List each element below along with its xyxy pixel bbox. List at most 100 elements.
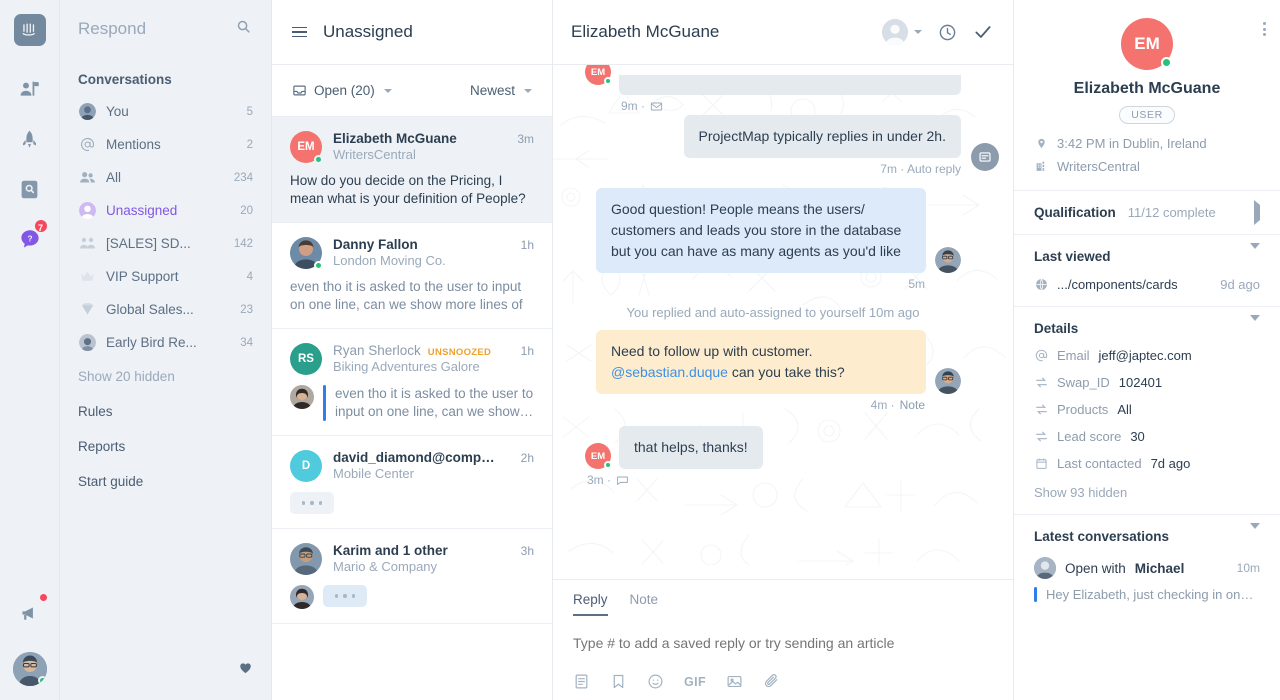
show-hidden-inboxes[interactable]: Show 20 hidden <box>60 359 271 394</box>
rocket-icon[interactable] <box>13 122 47 156</box>
sidebar-item-sales-sd[interactable]: [SALES] SD... 142 <box>60 227 271 260</box>
online-status-dot <box>1161 57 1172 68</box>
message-timestamp: 4m · Note <box>870 398 925 412</box>
message-incoming-truncated: EM 9m · <box>585 65 961 113</box>
qualification-label: Qualification <box>1034 205 1116 220</box>
assignee-selector[interactable] <box>882 19 922 45</box>
agent-avatar <box>290 585 314 609</box>
conversation-list-item-karim[interactable]: Karim and 1 other 3h Mario & Company <box>272 529 552 624</box>
conversation-list-item-elizabeth[interactable]: EM Elizabeth McGuane 3m WritersCentral H… <box>272 117 552 223</box>
sidebar-item-global-sales[interactable]: Global Sales... 23 <box>60 293 271 326</box>
sidebar-item-early-bird[interactable]: Early Bird Re... 34 <box>60 326 271 359</box>
avatar <box>290 237 323 270</box>
sidebar-item-label: All <box>106 170 122 185</box>
avatar-initials: EM <box>590 66 606 78</box>
platform-people-icon[interactable] <box>13 72 47 106</box>
knowledge-base-icon[interactable] <box>13 172 47 206</box>
saved-reply-icon[interactable] <box>573 673 590 690</box>
chevron-down-icon[interactable] <box>1250 523 1260 544</box>
detail-row-email[interactable]: Email jeff@japtec.com <box>1034 348 1260 363</box>
conversation-name: Danny Fallon <box>333 237 418 252</box>
page-title: Elizabeth McGuane <box>571 22 720 41</box>
typing-indicator <box>323 585 367 607</box>
conversation-details-icon[interactable] <box>971 143 999 171</box>
latest-conversation-person: Michael <box>1134 560 1185 576</box>
attachment-paperclip-icon[interactable] <box>763 673 780 690</box>
user-company: WritersCentral <box>1034 159 1260 174</box>
sidebar-link-rules[interactable]: Rules <box>60 394 271 429</box>
detail-key: Products <box>1057 402 1109 417</box>
user-profile-summary: EM Elizabeth McGuane USER 3:42 PM in Dub… <box>1014 0 1280 191</box>
team-icon <box>78 235 96 253</box>
svg-text:?: ? <box>27 234 32 243</box>
bird-icon <box>78 334 96 352</box>
sort-filter-label: Newest <box>469 83 515 98</box>
qualification-section[interactable]: Qualification 11/12 complete <box>1014 191 1280 235</box>
sidebar-item-count: 5 <box>246 105 253 118</box>
mention-link[interactable]: @sebastian.duque <box>611 364 728 380</box>
tab-reply[interactable]: Reply <box>573 592 608 616</box>
latest-conversation-item[interactable]: Open with Michael 10m Hey Elizabeth, jus… <box>1034 557 1260 602</box>
detail-row-products[interactable]: Products All <box>1034 402 1260 417</box>
conversation-list-item-david[interactable]: D david_diamond@comp… 2h Mobile Center <box>272 436 552 529</box>
calendar-icon <box>1034 457 1048 470</box>
details-section: Details Email jeff@japtec.com Swap_ID 10… <box>1014 307 1280 515</box>
search-icon[interactable] <box>236 19 251 39</box>
message-auto-reply: ProjectMap typically replies in under 2h… <box>585 115 999 176</box>
detail-row-lead-score[interactable]: Lead score 30 <box>1034 429 1260 444</box>
detail-value: All <box>1117 402 1132 417</box>
show-hidden-attributes[interactable]: Show 93 hidden <box>1034 485 1260 500</box>
conversation-list-item-danny[interactable]: Danny Fallon 1h London Moving Co. even t… <box>272 223 552 329</box>
more-options-icon[interactable] <box>1263 22 1266 36</box>
last-viewed-time: 9d ago <box>1220 277 1260 292</box>
latest-conversations-label: Latest conversations <box>1034 529 1170 544</box>
detail-key: Swap_ID <box>1057 375 1110 390</box>
chevron-down-icon[interactable] <box>1250 315 1260 336</box>
reply-input[interactable] <box>573 616 993 673</box>
latest-conversation-prefix: Open with <box>1065 560 1126 576</box>
composer-tabs: Reply Note <box>573 592 993 616</box>
company-text: WritersCentral <box>1057 159 1140 174</box>
sidebar-link-start-guide[interactable]: Start guide <box>60 464 271 499</box>
clock-snooze-icon[interactable] <box>938 23 957 42</box>
tab-note[interactable]: Note <box>630 592 659 616</box>
sort-filter[interactable]: Newest <box>470 83 532 98</box>
checkmark-close-icon[interactable] <box>973 22 993 42</box>
hamburger-menu-icon[interactable] <box>292 26 307 38</box>
conversation-preview: How do you decide on the Pricing, I mean… <box>290 173 526 206</box>
emoji-icon[interactable] <box>647 673 664 690</box>
chevron-right-icon[interactable] <box>1254 200 1260 225</box>
conversation-company: Mobile Center <box>333 466 414 481</box>
conversation-list-item-ryan[interactable]: RS Ryan Sherlock UNSNOOZED 1h Biking Adv… <box>272 329 552 436</box>
gif-icon[interactable]: GIF <box>684 675 706 689</box>
image-icon[interactable] <box>726 673 743 690</box>
status-badge: USER <box>1119 106 1175 124</box>
detail-value: 7d ago <box>1150 456 1191 471</box>
sidebar-item-mentions[interactable]: Mentions 2 <box>60 128 271 161</box>
status-filter-label: Open (20) <box>314 83 375 98</box>
last-viewed-row[interactable]: .../components/cards 9d ago <box>1034 277 1260 292</box>
intercom-logo-icon[interactable] <box>13 14 46 46</box>
chevron-down-icon[interactable] <box>1250 243 1260 264</box>
sidebar-item-label: [SALES] SD... <box>106 236 191 251</box>
chevron-down-icon <box>383 88 392 93</box>
globe-icon <box>1034 278 1048 291</box>
sidebar-item-label: Global Sales... <box>106 302 194 317</box>
conversation-pane: Elizabeth McGuane EM 9m · ProjectMap typ… <box>553 0 1013 700</box>
message-incoming: EM that helps, thanks! 3m · <box>585 426 961 487</box>
megaphone-icon[interactable] <box>13 594 47 630</box>
detail-row-swap-id[interactable]: Swap_ID 102401 <box>1034 375 1260 390</box>
current-user-avatar[interactable] <box>12 652 47 686</box>
status-filter[interactable]: Open (20) <box>292 83 392 98</box>
sidebar-link-reports[interactable]: Reports <box>60 429 271 464</box>
detail-row-last-contacted[interactable]: Last contacted 7d ago <box>1034 456 1260 471</box>
at-sign-icon <box>1034 349 1048 362</box>
sidebar-item-vip-support[interactable]: VIP Support 4 <box>60 260 271 293</box>
heart-icon[interactable] <box>238 662 253 679</box>
bookmark-article-icon[interactable] <box>610 673 627 690</box>
sidebar-item-unassigned[interactable]: Unassigned 20 <box>60 194 271 227</box>
sidebar-item-all[interactable]: All 234 <box>60 161 271 194</box>
nav-section-label: Conversations <box>78 72 172 87</box>
sidebar-item-you[interactable]: You 5 <box>60 95 271 128</box>
respond-question-bubble-icon[interactable]: ? 7 <box>13 218 49 256</box>
